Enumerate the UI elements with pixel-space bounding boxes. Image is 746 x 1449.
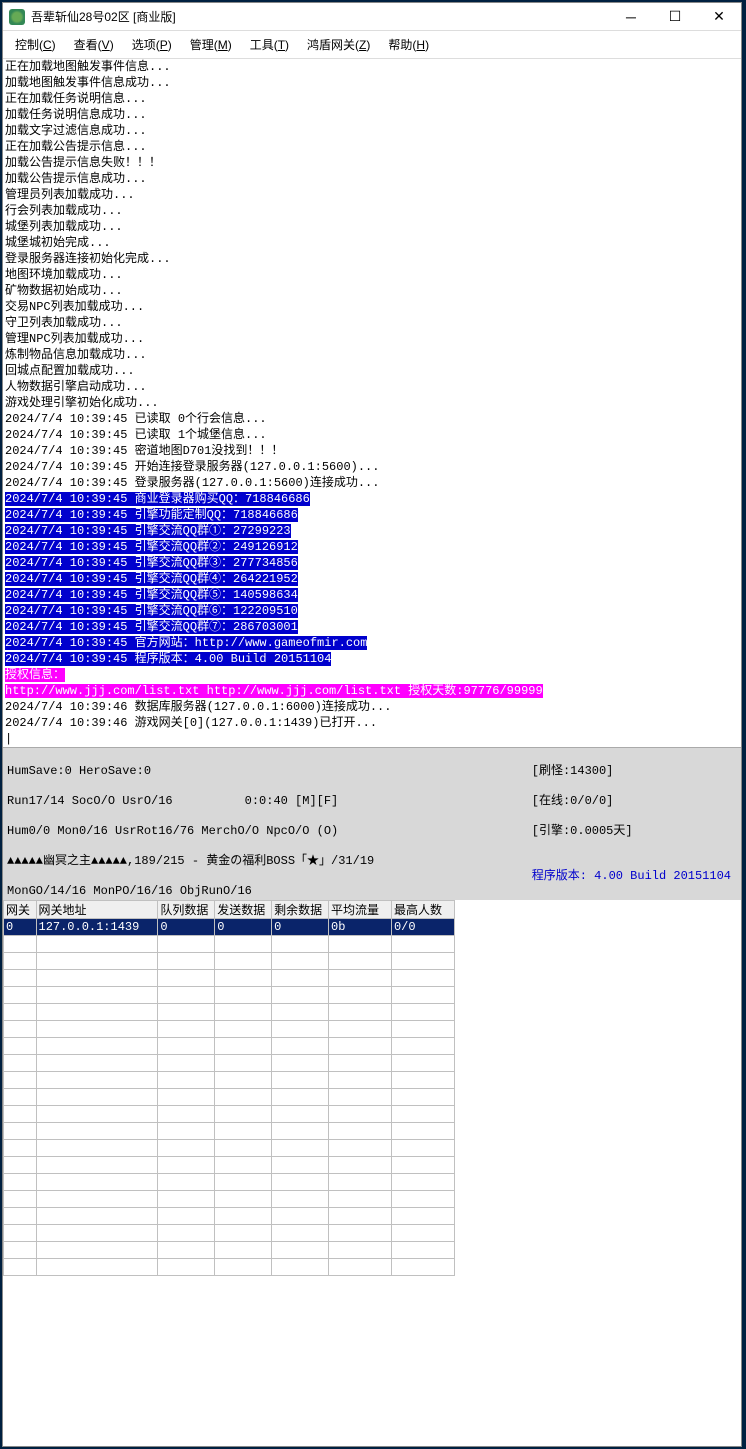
log-line: 城堡城初始完成... [3, 235, 741, 251]
log-line: 2024/7/4 10:39:45 开始连接登录服务器(127.0.0.1:56… [3, 459, 741, 475]
table-row[interactable]: 0127.0.0.1:14390000b0/0 [4, 919, 455, 936]
table-body: 0127.0.0.1:14390000b0/0 [4, 919, 455, 1276]
log-line: 管理NPC列表加载成功... [3, 331, 741, 347]
table-row[interactable] [4, 1072, 455, 1089]
table-row[interactable] [4, 1106, 455, 1123]
log-line: 2024/7/4 10:39:45 引擎交流QQ群④：264221952 [3, 571, 741, 587]
log-line: 2024/7/4 10:39:45 已读取 0个行会信息... [3, 411, 741, 427]
table-row[interactable] [4, 1123, 455, 1140]
status-left: HumSave:0 HeroSave:0 Run17/14 SocO/O Usr… [7, 749, 522, 899]
log-line: 游戏处理引擎初始化成功... [3, 395, 741, 411]
log-line: 2024/7/4 10:39:45 官方网站：http://www.gameof… [3, 635, 741, 651]
log-line: 守卫列表加载成功... [3, 315, 741, 331]
log-line: 授权信息： [3, 667, 741, 683]
table-row[interactable] [4, 1157, 455, 1174]
log-line: 2024/7/4 10:39:45 引擎交流QQ群⑦：286703001 [3, 619, 741, 635]
col-header[interactable]: 发送数据 [215, 901, 272, 919]
table-row[interactable] [4, 1055, 455, 1072]
table-row[interactable] [4, 1225, 455, 1242]
table-row[interactable] [4, 1089, 455, 1106]
log-line: 地图环境加载成功... [3, 267, 741, 283]
log-line: 2024/7/4 10:39:45 已读取 1个城堡信息... [3, 427, 741, 443]
log-line: 人物数据引擎启动成功... [3, 379, 741, 395]
window-title: 吾辈斩仙28号02区 [商业版] [31, 8, 609, 25]
table-row[interactable] [4, 1174, 455, 1191]
menu-z[interactable]: 鸿盾网关(Z) [303, 34, 374, 55]
log-line: 2024/7/4 10:39:45 引擎功能定制QQ：718846686 [3, 507, 741, 523]
menu-c[interactable]: 控制(C) [11, 34, 60, 55]
table-row[interactable] [4, 1004, 455, 1021]
menu-t[interactable]: 工具(T) [246, 34, 293, 55]
bottom-area [3, 1296, 741, 1446]
log-line: 加载地图触发事件信息成功... [3, 75, 741, 91]
log-line: 交易NPC列表加载成功... [3, 299, 741, 315]
col-header[interactable]: 最高人数 [391, 901, 454, 919]
log-line: 2024/7/4 10:39:45 登录服务器(127.0.0.1:5600)连… [3, 475, 741, 491]
log-line: 矿物数据初始成功... [3, 283, 741, 299]
col-header[interactable]: 网关 [4, 901, 37, 919]
status-panel: HumSave:0 HeroSave:0 Run17/14 SocO/O Usr… [3, 747, 741, 900]
table-row[interactable] [4, 970, 455, 987]
log-line: 正在加载公告提示信息... [3, 139, 741, 155]
menu-p[interactable]: 选项(P) [128, 34, 176, 55]
log-line: 加载文字过滤信息成功... [3, 123, 741, 139]
log-line: 加载公告提示信息成功... [3, 171, 741, 187]
table-row[interactable] [4, 1191, 455, 1208]
col-header[interactable]: 网关地址 [36, 901, 158, 919]
log-line: 回城点配置加载成功... [3, 363, 741, 379]
gateway-table[interactable]: 网关网关地址队列数据发送数据剩余数据平均流量最高人数 0127.0.0.1:14… [3, 900, 455, 1276]
menubar: 控制(C) 查看(V) 选项(P) 管理(M) 工具(T) 鸿盾网关(Z) 帮助(H) [3, 31, 741, 59]
log-line: 2024/7/4 10:39:46 数据库服务器(127.0.0.1:6000)… [3, 699, 741, 715]
table-row[interactable] [4, 1259, 455, 1276]
gateway-table-wrap: 网关网关地址队列数据发送数据剩余数据平均流量最高人数 0127.0.0.1:14… [3, 900, 741, 1296]
app-icon [9, 9, 25, 25]
log-line: 炼制物品信息加载成功... [3, 347, 741, 363]
log-line: 2024/7/4 10:39:45 密道地图D701没找到！！！ [3, 443, 741, 459]
titlebar[interactable]: 吾辈斩仙28号02区 [商业版] ─ ☐ ✕ [3, 3, 741, 31]
window-controls: ─ ☐ ✕ [609, 3, 741, 31]
log-line: 2024/7/4 10:39:45 引擎交流QQ群②：249126912 [3, 539, 741, 555]
log-line: 2024/7/4 10:39:45 引擎交流QQ群⑤：140598634 [3, 587, 741, 603]
log-area[interactable]: 正在加载地图触发事件信息...加载地图触发事件信息成功...正在加载任务说明信息… [3, 59, 741, 747]
minimize-button[interactable]: ─ [609, 3, 653, 31]
col-header[interactable]: 剩余数据 [272, 901, 329, 919]
log-line: 加载任务说明信息成功... [3, 107, 741, 123]
version-label: 程序版本: 4.00 Build 20151104 [532, 869, 737, 884]
status-right: [刷怪:14300] [在线:0/0/0] [引擎:0.0005天] 程序版本:… [522, 749, 737, 899]
log-line: 2024/7/4 10:39:46 游戏网关[0](127.0.0.1:1439… [3, 715, 741, 731]
menu-v[interactable]: 查看(V) [70, 34, 118, 55]
log-line: 2024/7/4 10:39:45 引擎交流QQ群③：277734856 [3, 555, 741, 571]
table-row[interactable] [4, 1140, 455, 1157]
log-line: 2024/7/4 10:39:45 程序版本：4.00 Build 201511… [3, 651, 741, 667]
table-header-row: 网关网关地址队列数据发送数据剩余数据平均流量最高人数 [4, 901, 455, 919]
table-row[interactable] [4, 936, 455, 953]
log-line: 正在加载地图触发事件信息... [3, 59, 741, 75]
table-row[interactable] [4, 1021, 455, 1038]
table-row[interactable] [4, 1208, 455, 1225]
log-line: 正在加载任务说明信息... [3, 91, 741, 107]
menu-h[interactable]: 帮助(H) [384, 34, 433, 55]
maximize-button[interactable]: ☐ [653, 3, 697, 31]
log-line: 城堡列表加载成功... [3, 219, 741, 235]
log-line: http://www.jjj.com/list.txt http://www.j… [3, 683, 741, 699]
table-row[interactable] [4, 1242, 455, 1259]
log-line: 登录服务器连接初始化完成... [3, 251, 741, 267]
log-line: 加载公告提示信息失败！！！ [3, 155, 741, 171]
col-header[interactable]: 队列数据 [158, 901, 215, 919]
table-row[interactable] [4, 987, 455, 1004]
table-row[interactable] [4, 1038, 455, 1055]
log-line: 2024/7/4 10:39:45 引擎交流QQ群①：27299223 [3, 523, 741, 539]
col-header[interactable]: 平均流量 [329, 901, 392, 919]
app-window: 吾辈斩仙28号02区 [商业版] ─ ☐ ✕ 控制(C) 查看(V) 选项(P) 管理… [2, 2, 742, 1447]
close-button[interactable]: ✕ [697, 3, 741, 31]
menu-m[interactable]: 管理(M) [186, 34, 236, 55]
table-row[interactable] [4, 953, 455, 970]
log-line: 2024/7/4 10:39:45 引擎交流QQ群⑥：122209510 [3, 603, 741, 619]
log-line: 2024/7/4 10:39:45 商业登录器购买QQ：718846686 [3, 491, 741, 507]
log-line: 行会列表加载成功... [3, 203, 741, 219]
log-line: 管理员列表加载成功... [3, 187, 741, 203]
